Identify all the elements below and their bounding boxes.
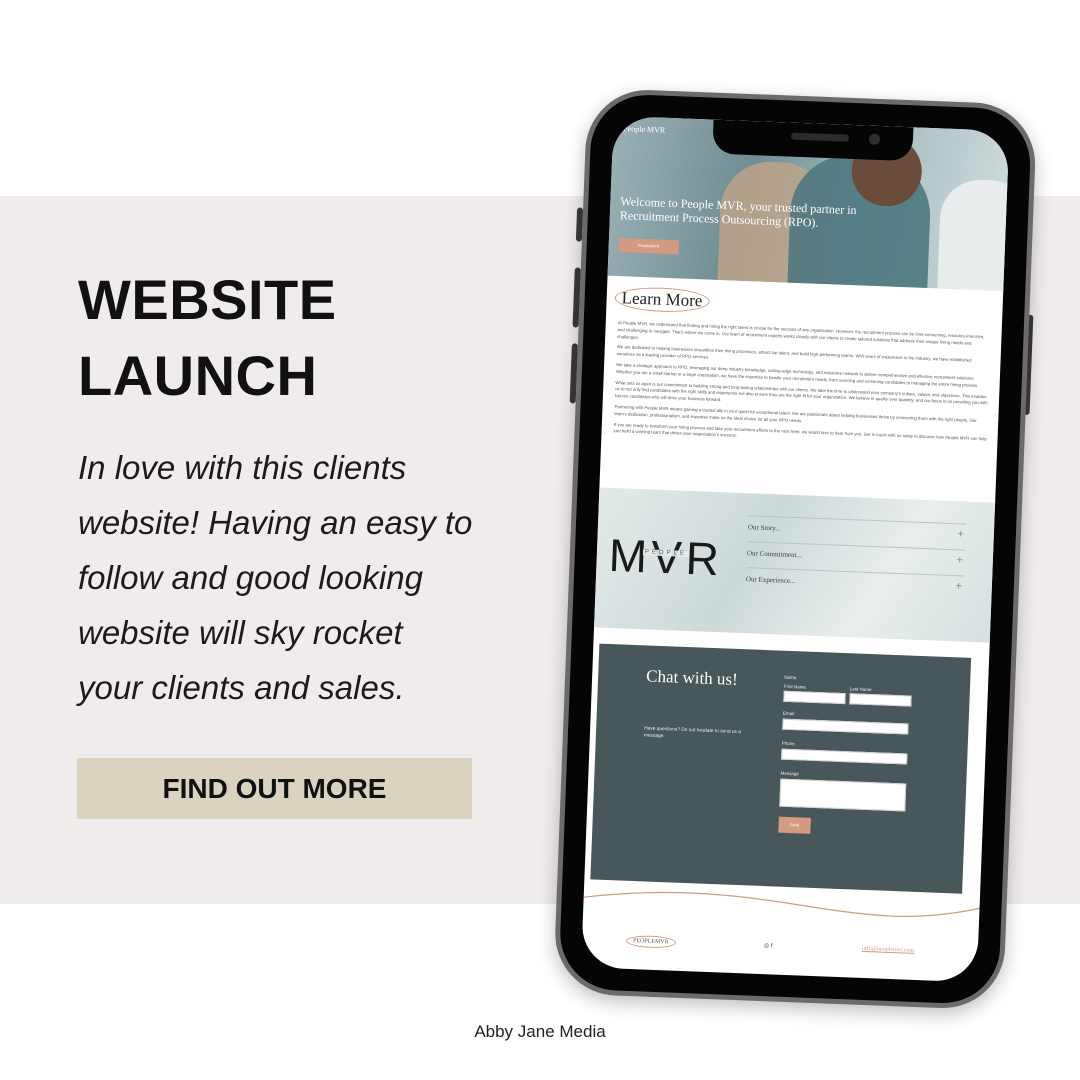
blurb-line: In love with this clients xyxy=(78,449,407,486)
headline-line-1: WEBSITE xyxy=(78,268,337,331)
contact-section: Chat with us! Have questions? Do not hes… xyxy=(590,643,972,894)
last-name-field[interactable] xyxy=(849,693,912,707)
plus-icon: + xyxy=(956,554,964,567)
headline-line-2: LAUNCH xyxy=(78,344,318,407)
accordion-label: Our Story... xyxy=(747,523,781,533)
hero-photo-shape xyxy=(936,178,1010,291)
speaker-grille xyxy=(790,132,850,142)
chat-subtitle: Have questions? Do not hesitate to send … xyxy=(643,726,742,740)
first-name-field[interactable] xyxy=(783,690,846,705)
first-name-label: First Name xyxy=(783,683,807,690)
phone-label: Phone xyxy=(781,740,795,747)
mvr-logo: MVR xyxy=(607,528,724,586)
intro-paragraphs: At People MVR, we understand that findin… xyxy=(613,320,991,453)
blurb-line: follow and good looking xyxy=(78,559,423,596)
blurb-line: website will sky rocket xyxy=(78,614,403,651)
blurb-line: your clients and sales. xyxy=(78,669,405,706)
blurb: In love with this clients website! Havin… xyxy=(78,440,518,715)
find-out-more-button[interactable]: FIND OUT MORE xyxy=(77,758,472,819)
learn-more-heading: Learn More xyxy=(614,285,710,314)
phone-screen: People MVR Welcome to People MVR, your t… xyxy=(580,115,1010,983)
email-field[interactable] xyxy=(782,718,909,735)
hero-button[interactable]: PeopleMVR xyxy=(618,238,679,255)
phone-field[interactable] xyxy=(781,748,908,765)
phone-body: People MVR Welcome to People MVR, your t… xyxy=(552,87,1038,1011)
site-brand[interactable]: People MVR xyxy=(623,124,665,135)
mvr-section: MVR PEOPLE Our Story... + Our Commitment… xyxy=(594,487,996,643)
send-button[interactable]: Send xyxy=(778,816,811,834)
email-label: Email xyxy=(782,710,795,717)
credit-text: Abby Jane Media xyxy=(474,1022,606,1041)
message-label: Message xyxy=(780,770,799,777)
plus-icon: + xyxy=(957,528,965,541)
camera-icon xyxy=(868,133,881,145)
last-name-label: Last Name xyxy=(849,686,872,693)
headline: WEBSITE LAUNCH xyxy=(78,262,337,414)
footer-email-link[interactable]: info@peoplemvr.com xyxy=(862,946,915,954)
plus-icon: + xyxy=(955,580,963,593)
accordion-label: Our Experience... xyxy=(745,575,796,586)
footer-logo[interactable]: PEOPLEMVR xyxy=(625,934,676,949)
phone-mockup: People MVR Welcome to People MVR, your t… xyxy=(539,87,1050,1021)
blurb-line: website! Having an easy to xyxy=(78,504,473,541)
accordion-label: Our Commitment... xyxy=(746,549,802,560)
name-label: Name xyxy=(784,674,797,681)
chat-title: Chat with us! xyxy=(645,666,739,689)
social-icons[interactable]: ◎ f xyxy=(764,942,773,949)
message-field[interactable] xyxy=(779,778,907,812)
